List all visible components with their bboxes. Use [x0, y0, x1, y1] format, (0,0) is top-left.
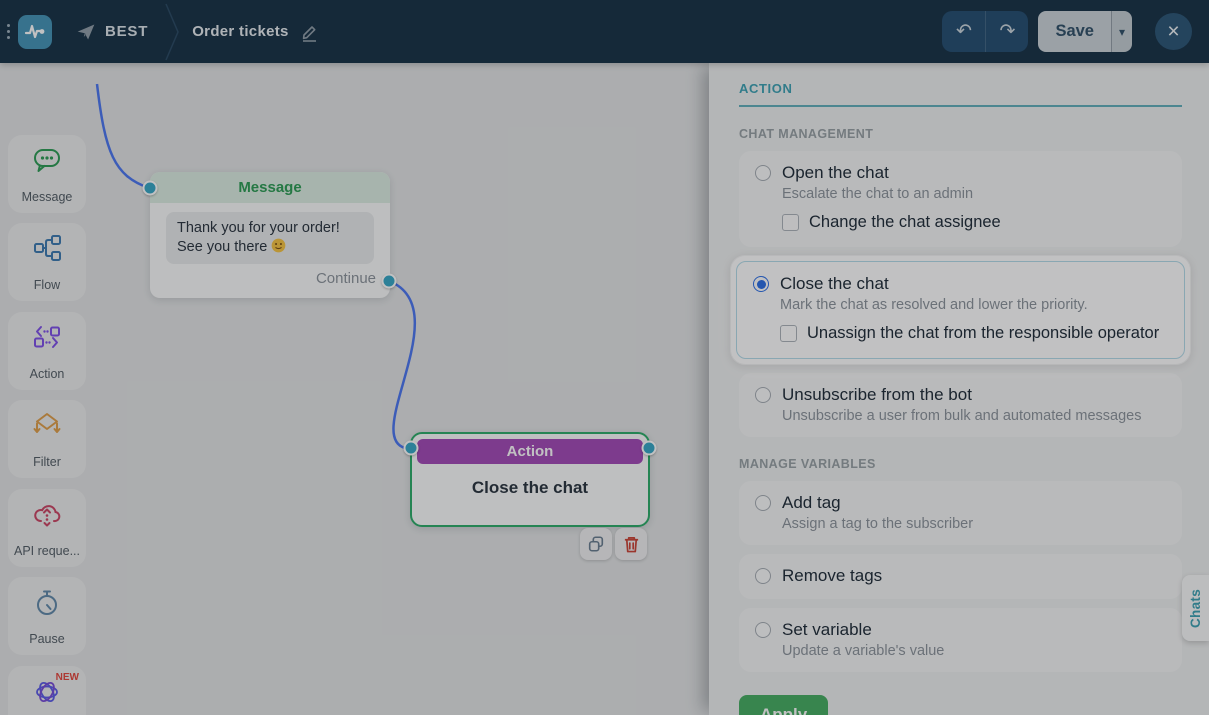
trash-icon: [624, 537, 638, 553]
flow-builder-app: BEST Order tickets ↶ ↷ Save ▾ × Message …: [0, 0, 1209, 715]
palette-item-ai-step[interactable]: NEW AI Step: [8, 666, 86, 715]
message-input-port[interactable]: [142, 180, 158, 196]
node-toolbar: [580, 528, 647, 560]
action-node-title: Close the chat: [471, 478, 589, 497]
panel-title: ACTION: [739, 81, 793, 96]
flow-title: Order tickets: [192, 23, 289, 40]
duplicate-icon: [588, 536, 604, 552]
paper-plane-icon: [77, 24, 95, 39]
radio-add-tag[interactable]: [755, 495, 771, 511]
option-remove-tags[interactable]: Remove tags: [739, 554, 1182, 599]
palette-item-flow[interactable]: Flow: [8, 223, 86, 301]
delete-node-button[interactable]: [615, 528, 647, 560]
bot-name: BEST: [105, 23, 149, 40]
option-open-the-chat[interactable]: Open the chat Escalate the chat to an ad…: [739, 151, 1182, 247]
radio-close-the-chat[interactable]: [753, 276, 769, 292]
message-node[interactable]: Message Thank you for your order! See yo…: [150, 172, 390, 298]
checkbox-unassign-chat[interactable]: [780, 325, 797, 342]
topbar: BEST Order tickets ↶ ↷ Save ▾ ×: [0, 0, 1209, 63]
action-input-port[interactable]: [403, 440, 419, 456]
option-add-tag[interactable]: Add tag Assign a tag to the subscriber: [739, 481, 1182, 545]
action-output-port[interactable]: [641, 440, 657, 456]
edit-pencil-icon[interactable]: [300, 22, 319, 42]
action-settings-panel: ACTION CHAT MANAGEMENT Open the chat Esc…: [709, 63, 1209, 715]
close-icon: ×: [1167, 19, 1180, 43]
breadcrumb-divider: [165, 3, 180, 60]
node-palette: Message Flow Action Filter API reque... …: [0, 63, 95, 715]
continue-output-label: Continue: [315, 270, 376, 287]
api-request-icon: [34, 505, 61, 527]
group-label-manage-variables: MANAGE VARIABLES: [739, 457, 876, 471]
palette-item-action[interactable]: Action: [8, 312, 86, 390]
app-logo[interactable]: [18, 14, 52, 49]
action-node-header: Action: [417, 439, 643, 464]
close-builder-button[interactable]: ×: [1155, 13, 1192, 50]
palette-item-pause[interactable]: Pause: [8, 577, 86, 655]
group-label-chat-management: CHAT MANAGEMENT: [739, 127, 874, 141]
option-unsubscribe-from-bot[interactable]: Unsubscribe from the bot Unsubscribe a u…: [739, 373, 1182, 437]
slightly-smiling-face-emoji: [271, 238, 286, 253]
palette-item-api-request[interactable]: API reque...: [8, 489, 86, 567]
chevron-down-icon: ▾: [1118, 24, 1126, 39]
filter-icon: [33, 413, 61, 433]
panel-title-divider: [739, 105, 1182, 107]
duplicate-node-button[interactable]: [580, 528, 612, 560]
message-bubble-icon: [34, 149, 60, 172]
radio-open-the-chat[interactable]: [755, 165, 771, 181]
edge-incoming: [95, 83, 150, 190]
option-close-the-chat[interactable]: Close the chat Mark the chat as resolved…: [736, 261, 1185, 359]
save-button[interactable]: Save: [1038, 11, 1111, 52]
kebab-menu-icon[interactable]: [7, 24, 10, 39]
message-node-header: Message: [150, 172, 390, 203]
radio-remove-tags[interactable]: [755, 568, 771, 584]
history-buttons: ↶ ↷: [942, 11, 1029, 52]
radio-set-variable[interactable]: [755, 622, 771, 638]
save-split-button: Save ▾: [1038, 11, 1132, 52]
action-node-selected[interactable]: Action Close the chat: [410, 432, 650, 527]
redo-arrow-icon: ↷: [999, 21, 1016, 42]
message-node-text: Thank you for your order! See you there: [166, 212, 374, 264]
pulse-logo-icon: [24, 24, 45, 38]
redo-button[interactable]: ↷: [985, 11, 1028, 52]
palette-item-filter[interactable]: Filter: [8, 400, 86, 478]
apply-button[interactable]: Apply: [739, 695, 829, 715]
undo-button[interactable]: ↶: [942, 11, 985, 52]
chats-side-tab[interactable]: Chats: [1182, 575, 1209, 641]
checkbox-change-chat-assignee[interactable]: [782, 214, 799, 231]
ai-step-icon: [36, 682, 58, 702]
undo-arrow-icon: ↶: [955, 21, 972, 42]
palette-item-message[interactable]: Message: [8, 135, 86, 213]
edge-message-to-action: [388, 279, 417, 450]
tutorial-spotlight: Close the chat Mark the chat as resolved…: [731, 256, 1190, 364]
message-continue-port[interactable]: [381, 273, 397, 289]
flow-icon: [34, 235, 61, 261]
option-set-variable[interactable]: Set variable Update a variable's value: [739, 608, 1182, 672]
save-dropdown-button[interactable]: ▾: [1111, 11, 1132, 52]
pause-icon: [37, 590, 57, 615]
breadcrumb[interactable]: BEST: [76, 22, 148, 42]
radio-unsubscribe-from-bot[interactable]: [755, 387, 771, 403]
action-icon: [34, 326, 60, 348]
